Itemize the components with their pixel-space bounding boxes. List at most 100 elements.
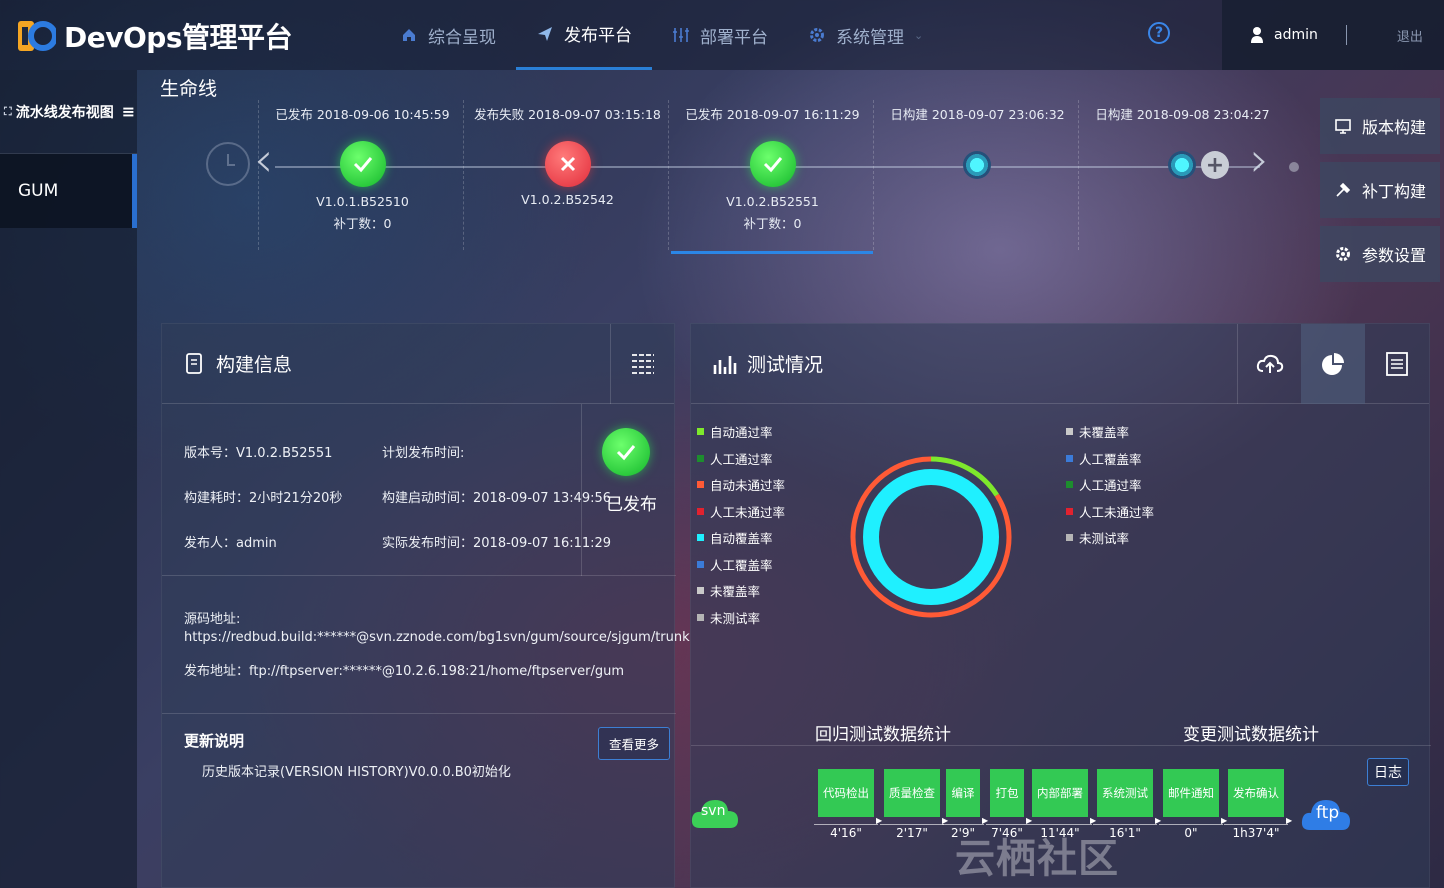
legend-item: 人工未通过率	[697, 502, 785, 521]
user-box: admin 退出	[1222, 0, 1444, 70]
pipeline-stage[interactable]: 邮件通知	[1163, 769, 1219, 817]
build-info-header: 构建信息	[162, 323, 674, 404]
node-caption: 发布失败 2018-09-07 03:15:18	[474, 107, 661, 122]
source-label: 源码地址:	[184, 612, 241, 627]
node-version: V1.0.2.B52542	[521, 192, 614, 207]
legend-swatch	[697, 454, 704, 462]
success-check-icon	[340, 141, 386, 187]
view-more-button[interactable]: 查看更多	[598, 727, 671, 760]
legend-swatch	[1066, 428, 1073, 435]
legend-label: 自动覆盖率	[710, 531, 773, 546]
logout-link[interactable]: 退出	[1397, 26, 1423, 45]
log-button[interactable]: 日志	[1367, 758, 1409, 786]
lifecycle-node[interactable]: 发布失败 2018-09-07 03:15:18 V1.0.2.B52542	[465, 100, 670, 250]
legend-item: 自动覆盖率	[697, 528, 773, 547]
user-icon	[1251, 27, 1263, 43]
status-box: 已发布	[581, 404, 676, 576]
panel-title: 构建信息	[216, 354, 293, 376]
lifecycle-node[interactable]: 日构建 2018-09-08 23:04:27 +	[1080, 100, 1285, 250]
legend-label: 自动通过率	[710, 425, 773, 440]
home-icon	[403, 29, 415, 41]
legend-swatch	[697, 428, 704, 435]
legend-item: 未测试率	[1066, 528, 1129, 547]
upload-cloud-button[interactable]	[1237, 323, 1301, 404]
patch-build-button[interactable]: 补丁构建	[1320, 162, 1440, 218]
stage-duration: 4'16"	[814, 824, 878, 840]
version-history: 历史版本记录(VERSION HISTORY)V0.0.0.B0初始化	[202, 765, 511, 780]
divider	[1345, 25, 1347, 45]
start-time-value: 构建启动时间：2018-09-07 13:49:56	[382, 491, 612, 506]
address-section: 源码地址: https://redbud.build:******@svn.zz…	[162, 576, 690, 714]
nav-item-overview[interactable]: 综合呈现	[380, 0, 516, 70]
daily-build-dot-icon	[963, 151, 991, 179]
button-label: 补丁构建	[1361, 182, 1426, 201]
nav-label: 系统管理	[836, 27, 904, 48]
test-header: 测试情况	[691, 323, 1429, 404]
legend-swatch	[1066, 507, 1073, 515]
build-info-panel: 构建信息 版本号：V1.0.2.B52551 计划发布时间: 构建耗时：2小时2…	[161, 323, 690, 888]
daily-build-dot-icon	[1168, 151, 1196, 179]
pie-view-button[interactable]	[1301, 323, 1365, 404]
legend-item: 人工覆盖率	[1066, 449, 1142, 468]
legend-label: 人工通过率	[710, 451, 773, 467]
logo-mark-icon	[16, 17, 58, 55]
send-icon	[538, 26, 552, 41]
report-icon	[1386, 351, 1408, 376]
nav-item-deploy[interactable]: 部署平台	[652, 0, 788, 70]
legend-item: 人工覆盖率	[697, 555, 773, 574]
report-view-button[interactable]	[1365, 324, 1429, 404]
legend-swatch	[697, 587, 704, 594]
lifecycle-node-selected[interactable]: 已发布 2018-09-07 16:11:29 V1.0.2.B52551 补丁…	[670, 100, 875, 250]
legend-swatch	[697, 613, 704, 621]
menu-icon[interactable]: ≡	[122, 102, 135, 121]
nav-label: 综合呈现	[428, 27, 496, 48]
legend-swatch	[697, 507, 704, 515]
expand-icon[interactable]: ⛶	[4, 105, 12, 119]
pipeline-stage[interactable]: 打包	[990, 769, 1024, 817]
params-settings-button[interactable]: 参数设置	[1320, 226, 1440, 282]
legend-item: 人工通过率	[697, 449, 773, 468]
legend-item: 人工通过率	[1066, 475, 1142, 494]
sidebar-item-gum[interactable]: GUM	[0, 154, 137, 228]
legend-swatch	[1066, 454, 1073, 462]
legend-label: 未覆盖率	[710, 584, 761, 599]
hammer-icon	[1336, 182, 1351, 197]
pipeline-stage[interactable]: 内部部署	[1032, 769, 1088, 817]
nav-item-publish[interactable]: 发布平台	[516, 0, 652, 70]
ring-slice	[863, 469, 999, 605]
legend-label: 人工未通过率	[710, 504, 786, 520]
chevron-down-icon: ⌄	[914, 28, 924, 42]
button-label: 参数设置	[1361, 246, 1426, 265]
pipeline-stage[interactable]: 发布确认	[1228, 769, 1284, 817]
pipeline-stage[interactable]: 系统测试	[1097, 769, 1153, 817]
help-icon[interactable]: ?	[1148, 22, 1170, 44]
stage-duration: 2'17"	[880, 824, 944, 840]
success-check-icon	[750, 141, 796, 187]
node-caption: 日构建 2018-09-08 23:04:27	[1095, 107, 1270, 122]
nav-item-system[interactable]: 系统管理 ⌄	[788, 0, 943, 70]
app-logo: DevOps管理平台	[16, 16, 293, 56]
add-icon[interactable]: +	[1201, 151, 1229, 179]
legend-item: 人工未通过率	[1066, 502, 1154, 521]
app-title: DevOps管理平台	[64, 21, 293, 54]
list-view-button[interactable]	[610, 323, 674, 404]
pipeline-stage[interactable]: 代码检出	[818, 769, 874, 817]
user-name[interactable]: admin	[1274, 27, 1318, 43]
lifecycle-node[interactable]: 已发布 2018-09-06 10:45:59 V1.0.1.B52510 补丁…	[260, 100, 465, 250]
history-clock-icon[interactable]	[206, 142, 250, 186]
pipeline-stage[interactable]: 编译	[946, 769, 980, 817]
nav-label: 发布平台	[564, 26, 632, 46]
selected-indicator	[671, 251, 873, 254]
fail-x-icon	[545, 141, 591, 187]
node-caption: 已发布 2018-09-06 10:45:59	[275, 107, 450, 122]
legend-swatch	[697, 560, 704, 568]
update-title: 更新说明	[184, 732, 245, 750]
legend-item: 未覆盖率	[1066, 422, 1129, 441]
lifecycle-node[interactable]: 日构建 2018-09-07 23:06:32	[875, 100, 1080, 250]
lifecycle-title: 生命线	[160, 78, 218, 100]
node-caption: 已发布 2018-09-07 16:11:29	[685, 107, 860, 122]
bar-chart-icon	[713, 355, 737, 374]
version-build-button[interactable]: 版本构建	[1320, 98, 1440, 154]
ftp-label: ftp	[1316, 803, 1340, 823]
pipeline-stage[interactable]: 质量检查	[884, 769, 940, 817]
